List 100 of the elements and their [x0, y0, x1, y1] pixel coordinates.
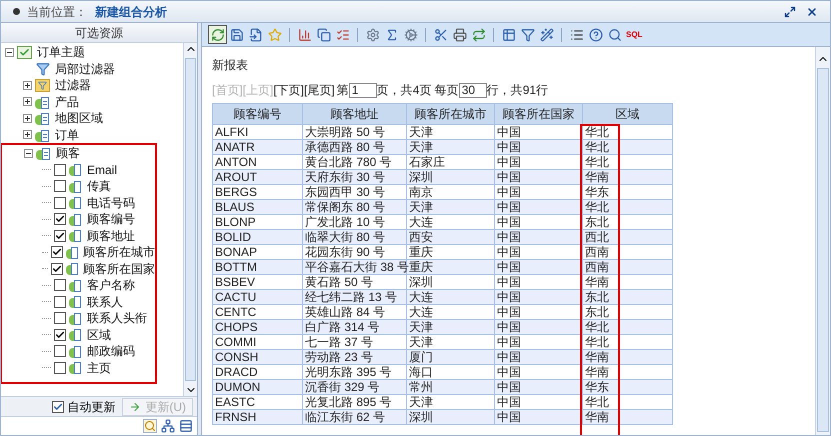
collapse-icon[interactable] [5, 48, 14, 57]
tree-item[interactable]: 联系人头衔 [87, 309, 147, 328]
column-header: 顾客所在城市 [406, 104, 494, 124]
tree-item[interactable]: 顾客 [56, 144, 80, 162]
filter-icon[interactable] [520, 28, 534, 42]
tree-item[interactable]: 联系人 [87, 292, 123, 311]
folder-funnel-icon [35, 78, 50, 92]
checkbox[interactable] [54, 196, 66, 209]
column-icon [66, 262, 78, 276]
hierarchy-icon[interactable] [161, 419, 175, 433]
rows-per-page-input[interactable]: 30 [458, 82, 487, 98]
pager-text: 行，共91行 [486, 82, 548, 99]
location-label: 当前位置： [27, 4, 87, 20]
bar-chart-icon[interactable] [298, 28, 312, 42]
tree-item[interactable]: 邮政编码 [87, 342, 135, 360]
column-icon [69, 361, 82, 374]
report-title: 新报表 [212, 57, 249, 74]
checkbox[interactable] [54, 296, 66, 308]
cog-icon[interactable] [404, 28, 418, 42]
tree-item[interactable]: 地图区域 [55, 109, 103, 128]
maximize-icon[interactable] [784, 6, 796, 18]
column-header: 顾客地址 [302, 104, 406, 124]
table-cell: FRNSH [212, 410, 302, 424]
table-cell: 中国 [494, 410, 582, 424]
column-icon [69, 278, 82, 292]
collapse-icon[interactable] [24, 148, 33, 158]
column-header: 顾客编号 [212, 104, 302, 124]
tree-item[interactable]: 局部过滤器 [55, 60, 115, 78]
checkbox[interactable] [54, 164, 66, 176]
list-icon[interactable] [179, 419, 193, 433]
funnel-icon [35, 62, 50, 76]
expand-icon[interactable] [23, 80, 32, 90]
tree-item[interactable]: 传真 [87, 177, 111, 196]
tree-item[interactable]: 顾客所在国家 [83, 260, 155, 278]
table-icon[interactable] [502, 28, 516, 42]
document-icon[interactable] [248, 28, 262, 42]
gear-icon[interactable] [366, 28, 380, 42]
tree-item[interactable]: 电话号码 [87, 194, 135, 212]
tree-item[interactable]: 顾客编号 [87, 210, 135, 228]
swap-icon[interactable] [472, 28, 486, 42]
column-icon [69, 180, 82, 193]
checkbox[interactable] [52, 400, 64, 412]
printer-icon[interactable] [452, 28, 466, 42]
checkbox[interactable] [51, 246, 63, 258]
checkbox[interactable] [51, 262, 63, 275]
column-icon [69, 328, 82, 342]
tree-item[interactable]: 顾客地址 [87, 226, 135, 245]
checkbox[interactable] [54, 362, 66, 374]
column-icon [69, 163, 82, 176]
tree-item[interactable]: 主页 [87, 358, 111, 377]
bullet-icon [13, 8, 20, 15]
scrollbar[interactable] [183, 43, 197, 396]
tree-item[interactable]: Email [87, 160, 118, 179]
column-header: 顾客所在国家 [494, 104, 582, 124]
panel-title: 可选资源 [1, 23, 197, 43]
checklist-icon[interactable] [336, 28, 350, 42]
scissors-icon[interactable] [434, 28, 448, 42]
table-cell: 深圳 [406, 410, 494, 424]
checkbox[interactable] [54, 328, 66, 341]
pager-link[interactable]: [尾页] [304, 81, 335, 99]
wand-icon[interactable] [540, 28, 554, 42]
tree-item[interactable]: 客户名称 [87, 276, 135, 294]
arrow-icon [129, 400, 142, 412]
table-icon [35, 111, 50, 126]
page-input[interactable]: 1 [348, 82, 377, 98]
checkbox[interactable] [54, 345, 66, 358]
sql-icon[interactable]: SQL [626, 30, 642, 38]
tree-item[interactable]: 产品 [55, 92, 79, 111]
star-icon[interactable] [268, 28, 282, 42]
search-icon[interactable] [608, 28, 622, 42]
save-icon[interactable] [230, 28, 244, 42]
tree-item[interactable]: 区域 [87, 326, 111, 344]
tree-item[interactable]: 过滤器 [55, 76, 91, 94]
column-icon [69, 196, 82, 210]
checkbox[interactable] [54, 279, 66, 292]
table-cell: 临江东街 62 号 [302, 410, 406, 424]
pager-link[interactable]: [下页] [273, 81, 304, 99]
column-icon [66, 246, 78, 259]
table-cell: 华南 [582, 410, 672, 424]
tree-item[interactable]: 订单 [55, 126, 79, 144]
close-icon[interactable] [806, 6, 818, 18]
help-icon[interactable] [588, 28, 602, 42]
tree-item[interactable]: 顾客所在城市 [83, 243, 155, 262]
list-icon[interactable] [570, 28, 584, 42]
expand-icon[interactable] [23, 130, 32, 140]
scrollbar[interactable] [815, 47, 830, 435]
refresh-icon[interactable] [210, 28, 224, 42]
checkbox[interactable] [54, 180, 66, 192]
expand-icon[interactable] [23, 114, 32, 123]
checkbox[interactable] [54, 213, 66, 226]
pager-text: 第 [336, 82, 349, 99]
checkbox[interactable] [54, 312, 66, 324]
windows-icon[interactable] [316, 28, 330, 42]
location-title: 新建组合分析 [95, 4, 167, 20]
expand-icon[interactable] [23, 97, 32, 106]
table-icon [36, 146, 51, 160]
search-icon[interactable] [143, 419, 157, 433]
table-icon [35, 128, 50, 142]
tree-item[interactable]: 订单主题 [37, 43, 85, 62]
checkbox[interactable] [54, 230, 66, 242]
